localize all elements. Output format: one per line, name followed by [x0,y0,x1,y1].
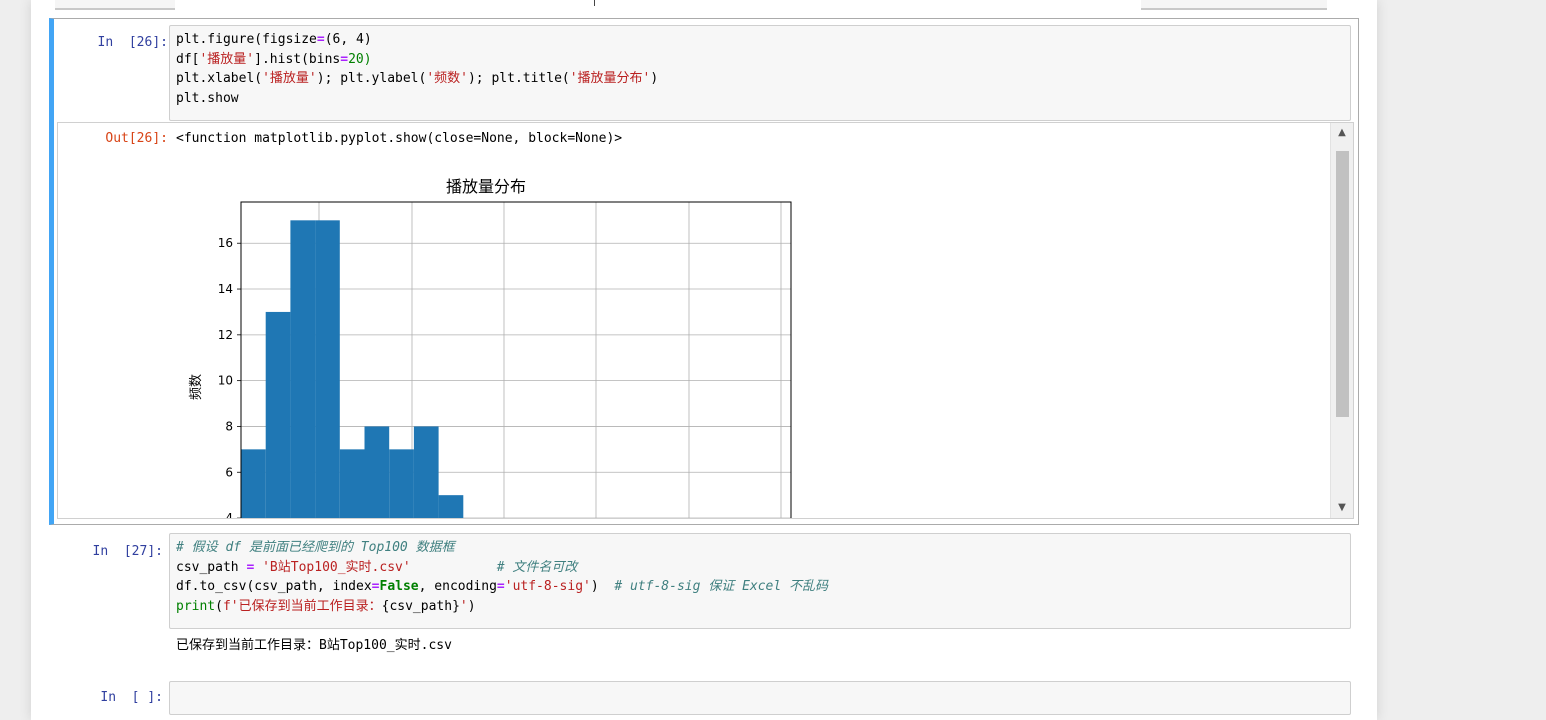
code-input-27[interactable]: # 假设 df 是前面已经爬到的 Top100 数据框 csv_path = 'B… [169,533,1351,629]
histogram-bar [339,449,365,518]
code-token: = [496,579,505,594]
histogram-bar [389,449,414,518]
code-token: plt.show [176,90,239,106]
code-line: df.to_csv(csv_path, index=False, encodin… [176,577,1344,597]
code-token: df[ [176,51,200,67]
notebook-container: In [26]: plt.figure(figsize=(6, 4) df['播放… [31,0,1377,720]
code-token: print [176,598,216,614]
triangle-down-icon[interactable]: ▼ [1336,502,1348,514]
code-token: '播放量' [262,71,317,86]
code-token: ( [215,598,223,614]
code-cell-empty[interactable]: In [ ]: [49,678,1359,718]
y-tick-label: 4 [225,511,233,519]
code-line: df['播放量'].hist(bins=20) [176,50,1344,70]
code-cell-26[interactable]: In [26]: plt.figure(figsize=(6, 4) df['播放… [49,18,1359,525]
code-token: {csv_path} [381,598,460,614]
y-tick-label: 14 [218,282,233,296]
histogram-chart: 播放量分布 4 6 8 10 12 14 16 频数 [189,177,792,519]
y-tick-label: 16 [218,236,233,250]
code-token: False [379,579,419,594]
scroll-thumb[interactable] [1336,151,1349,417]
histogram-bar [241,449,266,518]
output-text-27: 已保存到当前工作目录：B站Top100_实时.csv [176,638,452,653]
code-input-26[interactable]: plt.figure(figsize=(6, 4) df['播放量'].hist(… [169,25,1351,121]
triangle-up-icon[interactable]: ▲ [1336,127,1348,139]
code-lines-26: plt.figure(figsize=(6, 4) df['播放量'].hist(… [176,30,1344,108]
code-token: ].hist(bins [254,51,341,67]
code-token: ) [650,71,659,86]
histogram-bar [265,311,291,518]
output-prompt-26: Out[26]: [105,131,168,146]
code-token: # 文件名可改 [496,559,578,575]
code-token: plt.figure(figsize [176,32,317,47]
code-token: (6, 4) [324,32,372,47]
output-area-26[interactable]: Out[26]: <function matplotlib.pyplot.sho… [57,122,1354,519]
code-token: df.to_csv(csv_path, index [176,579,372,594]
output-scrollbar[interactable]: ▲ ▼ [1330,123,1353,518]
input-prompt-27: In [27]: [92,544,163,559]
previous-output-remnant [55,0,1355,10]
code-line: csv_path = 'B站Top100_实时.csv' # 文件名可改 [176,558,1344,578]
histogram-bar [364,426,390,518]
code-lines-27: # 假设 df 是前面已经爬到的 Top100 数据框 csv_path = 'B… [176,538,1344,616]
code-token: = [371,579,380,594]
histogram-bar [315,220,340,518]
code-token: ); plt.title( [467,71,570,86]
previous-output-right [1141,0,1327,10]
code-token: f'已保存到当前工作目录： [222,598,382,614]
code-line: plt.xlabel('播放量'); plt.ylabel('频数'); plt… [176,69,1344,89]
code-line: plt.figure(figsize=(6, 4) [176,30,1344,50]
input-prompt-26: In [26]: [97,35,168,50]
code-token: 'B站Top100_实时.csv' [254,559,411,575]
chart-title: 播放量分布 [446,177,526,196]
previous-output-tick [594,0,595,6]
code-token: '频数' [426,71,468,86]
code-token: 20) [348,51,372,67]
code-cell-27[interactable]: In [27]: # 假设 df 是前面已经爬到的 Top100 数据框 csv_… [49,530,1359,660]
code-token: ) [467,598,476,614]
code-token: = [316,32,325,47]
y-axis-label: 频数 [189,374,204,400]
code-token: , encoding [418,579,497,594]
histogram-bar [438,495,464,518]
code-line: plt.show [176,89,1344,109]
code-token: '播放量' [199,51,255,67]
code-line: print(f'已保存到当前工作目录：{csv_path}') [176,597,1344,617]
y-tick-label: 10 [218,374,233,388]
code-token: csv_path [176,559,247,575]
y-tick-label: 6 [225,465,233,479]
previous-output-left [55,0,175,10]
code-token: = [340,51,349,67]
code-token: ); plt.ylabel( [316,71,427,86]
code-token: # 假设 df 是前面已经爬到的 Top100 数据框 [176,540,455,555]
code-line: # 假设 df 是前面已经爬到的 Top100 数据框 [176,538,1344,558]
histogram-bar [413,426,439,518]
code-token: plt.xlabel( [176,71,263,86]
code-token: '播放量分布' [569,71,651,86]
input-prompt-empty: In [ ]: [100,690,163,705]
y-tick-label: 8 [225,419,233,433]
code-token: 'utf-8-sig' [504,579,591,594]
code-token: ) [590,579,615,594]
output-text-26: <function matplotlib.pyplot.show(close=N… [176,131,623,146]
code-token: # utf-8-sig 保证 Excel 不乱码 [614,579,829,594]
code-token: ' [459,598,468,614]
histogram-bar [290,220,316,518]
code-input-empty[interactable] [169,681,1351,715]
y-tick-label: 12 [218,328,233,342]
